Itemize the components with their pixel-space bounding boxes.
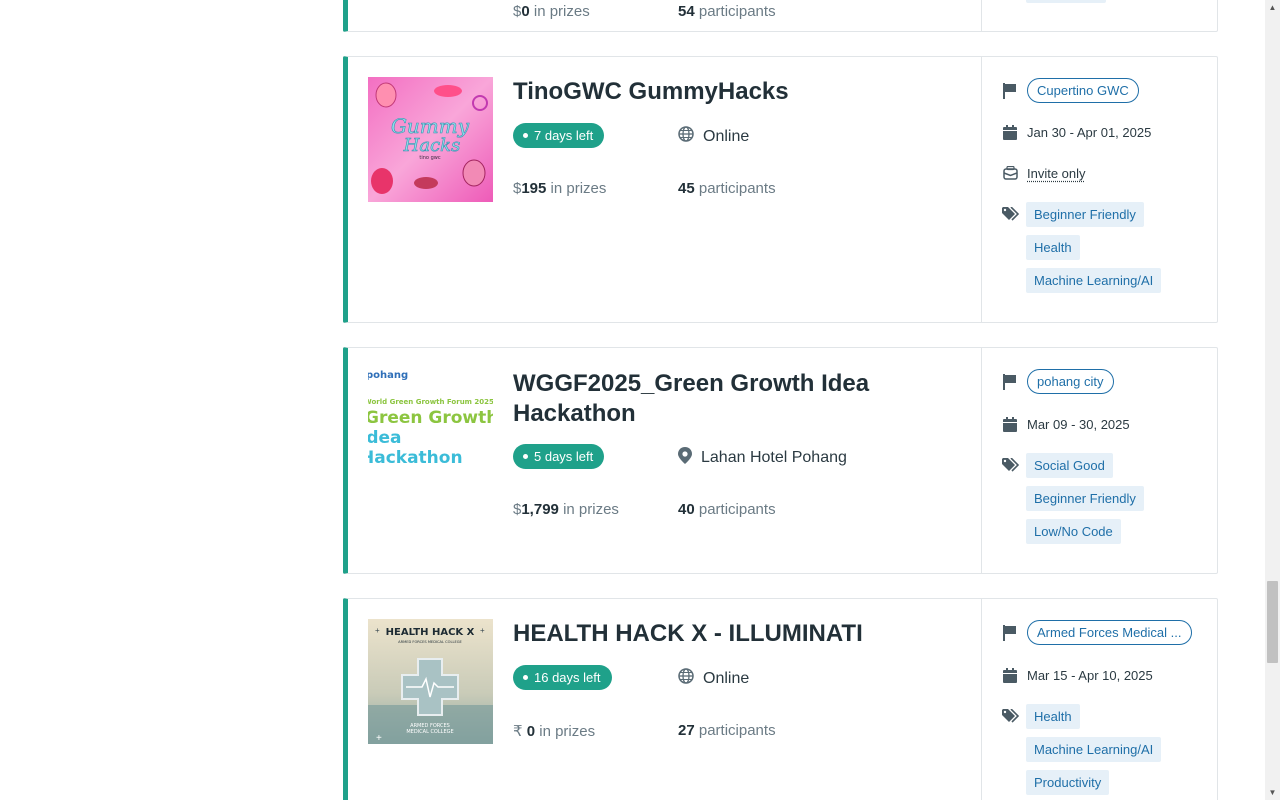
- access-row: Invite only: [1002, 165, 1086, 181]
- hackathon-dates: Jan 30 - Apr 01, 2025: [1027, 124, 1152, 140]
- host-row: pohang city: [1002, 369, 1114, 394]
- svg-text:+: +: [480, 626, 485, 635]
- hackathon-thumbnail[interactable]: pohang World Green Growth Forum 2025 Gre…: [368, 368, 493, 493]
- tag-list: Social Good Beginner Friendly Low/No Cod…: [1026, 453, 1144, 544]
- location-label: Online: [703, 127, 750, 145]
- flag-icon: [1002, 624, 1018, 641]
- invite-only-label[interactable]: Invite only: [1027, 166, 1086, 181]
- dates-row: Mar 09 - 30, 2025: [1002, 416, 1130, 432]
- page-scrollbar[interactable]: ▲ ▼: [1265, 0, 1280, 800]
- status-dot: [523, 454, 528, 459]
- svg-text:Idea: Idea: [368, 428, 402, 448]
- tag[interactable]: Machine Learning/AI: [1026, 737, 1162, 762]
- svg-text:Hackathon: Hackathon: [368, 448, 463, 468]
- tag-list: Beginner Friendly Health Machine Learnin…: [1026, 202, 1162, 293]
- svg-text:Green Growth: Green Growth: [368, 408, 493, 428]
- hackathon-title[interactable]: HEALTH HACK X - ILLUMINATI: [513, 619, 933, 649]
- hackathon-title[interactable]: WGGF2025_Green Growth Idea Hackathon: [513, 369, 933, 429]
- prize-amount: $1,799 in prizes: [513, 501, 619, 518]
- svg-text:pohang: pohang: [368, 370, 408, 381]
- scrollbar-thumb[interactable]: [1267, 581, 1278, 663]
- svg-text:HEALTH HACK X: HEALTH HACK X: [386, 627, 475, 638]
- hackathon-details: pohang city Mar 09 - 30, 2025 Social Goo…: [981, 348, 1218, 573]
- participants-count: 45 participants: [678, 180, 776, 197]
- time-left-badge: 16 days left: [513, 665, 612, 690]
- hackathon-thumbnail[interactable]: Gummy Hacks tino gwc: [368, 77, 493, 202]
- host-link[interactable]: Armed Forces Medical ...: [1027, 620, 1192, 645]
- participants-count: 54 participants: [678, 3, 776, 20]
- tag[interactable]: Health: [1026, 704, 1080, 729]
- svg-text:MEDICAL COLLEGE: MEDICAL COLLEGE: [406, 729, 453, 735]
- hackathon-card[interactable]: pohang World Green Growth Forum 2025 Gre…: [343, 347, 1218, 574]
- globe-icon: [678, 126, 703, 147]
- tag-icon: [1002, 457, 1020, 477]
- tag[interactable]: Machine Learning/AI: [1026, 268, 1162, 293]
- calendar-icon: [1002, 416, 1018, 432]
- svg-text:ARMED FORCES MEDICAL COLLEGE: ARMED FORCES MEDICAL COLLEGE: [398, 640, 462, 644]
- host-link[interactable]: pohang city: [1027, 369, 1114, 394]
- scroll-down-arrow-icon[interactable]: ▼: [1265, 785, 1280, 800]
- prize-amount: $195 in prizes: [513, 180, 607, 197]
- prize-amount: ₹ 0 in prizes: [513, 723, 596, 740]
- svg-text:+: +: [375, 626, 380, 635]
- svg-text:tino gwc: tino gwc: [419, 155, 440, 161]
- tag-icon: [1002, 708, 1020, 728]
- flag-icon: [1002, 373, 1018, 390]
- tag[interactable]: Beginner Friendly: [1026, 202, 1144, 227]
- tag[interactable]: [1026, 0, 1106, 3]
- hackathon-location: Lahan Hotel Pohang: [678, 447, 847, 469]
- calendar-icon: [1002, 667, 1018, 683]
- time-left-badge: 7 days left: [513, 123, 605, 148]
- globe-icon: [678, 668, 703, 689]
- hackathon-card[interactable]: Gummy Hacks tino gwc TinoGWC GummyHacks …: [343, 56, 1218, 323]
- svg-text:World Green Growth Forum 2025: World Green Growth Forum 2025: [368, 398, 493, 406]
- hackathon-details: Cupertino GWC Jan 30 - Apr 01, 2025 Invi…: [981, 57, 1218, 322]
- host-row: Cupertino GWC: [1002, 78, 1139, 103]
- hackathon-card[interactable]: HEALTH HACK X ARMED FORCES MEDICAL COLLE…: [343, 598, 1218, 800]
- dates-row: Jan 30 - Apr 01, 2025: [1002, 124, 1151, 140]
- tag[interactable]: Social Good: [1026, 453, 1113, 478]
- status-dot: [523, 675, 528, 680]
- time-left-badge: 5 days left: [513, 444, 605, 469]
- hackathon-dates: Mar 15 - Apr 10, 2025: [1027, 667, 1153, 683]
- location-label: Lahan Hotel Pohang: [701, 449, 847, 466]
- tag[interactable]: Productivity: [1026, 770, 1110, 795]
- tag[interactable]: Health: [1026, 235, 1080, 260]
- hackathon-dates: Mar 09 - 30, 2025: [1027, 416, 1130, 432]
- host-row: Armed Forces Medical ...: [1002, 620, 1192, 645]
- prize-amount: $0 in prizes: [513, 3, 590, 20]
- tag[interactable]: Beginner Friendly: [1026, 486, 1144, 511]
- status-dot: [523, 133, 528, 138]
- invite-icon: [1002, 165, 1018, 181]
- hackathon-details: Armed Forces Medical ... Mar 15 - Apr 10…: [981, 599, 1218, 800]
- scroll-up-arrow-icon[interactable]: ▲: [1265, 0, 1280, 15]
- tag-icon: [1002, 206, 1020, 226]
- map-pin-icon: [678, 447, 701, 469]
- flag-icon: [1002, 82, 1018, 99]
- host-link[interactable]: Cupertino GWC: [1027, 78, 1139, 103]
- location-label: Online: [703, 669, 750, 687]
- svg-text:Hacks: Hacks: [403, 135, 461, 156]
- hackathon-thumbnail[interactable]: HEALTH HACK X ARMED FORCES MEDICAL COLLE…: [368, 619, 493, 744]
- svg-text:+: +: [376, 733, 382, 744]
- calendar-icon: [1002, 124, 1018, 140]
- tag[interactable]: Low/No Code: [1026, 519, 1121, 544]
- hackathon-location: Online: [678, 126, 749, 147]
- hackathon-location: Online: [678, 668, 749, 689]
- hackathon-list: $0 in prizes 54 participants Gummy Hacks…: [0, 0, 1265, 800]
- tag-list: Health Machine Learning/AI Productivity: [1026, 704, 1162, 795]
- participants-count: 27 participants: [678, 722, 776, 739]
- dates-row: Mar 15 - Apr 10, 2025: [1002, 667, 1153, 683]
- hackathon-card[interactable]: $0 in prizes 54 participants: [343, 0, 1218, 32]
- participants-count: 40 participants: [678, 501, 776, 518]
- hackathon-title[interactable]: TinoGWC GummyHacks: [513, 77, 933, 107]
